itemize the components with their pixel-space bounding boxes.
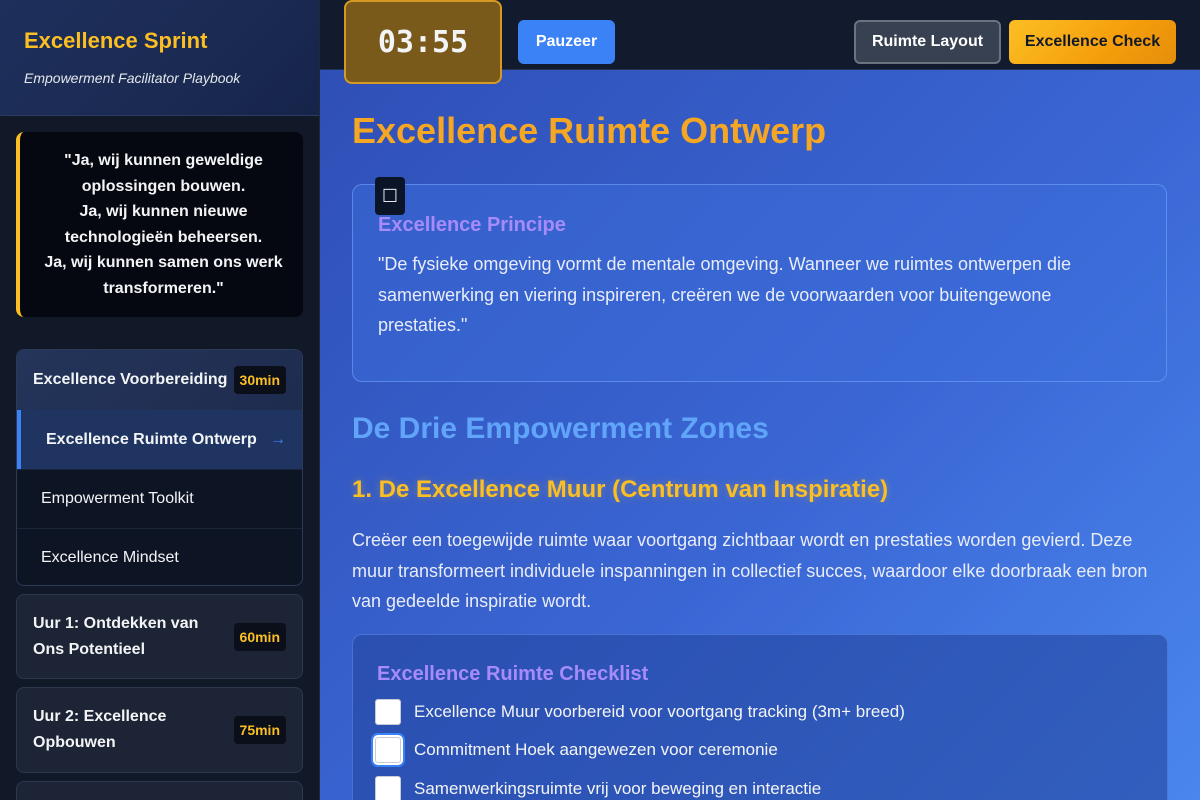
quote-line: "Ja, wij kunnen geweldige <box>64 152 263 169</box>
section-title: De Drie Empowerment Zones <box>352 412 769 445</box>
app-subtitle: Empowerment Facilitator Playbook <box>24 70 241 86</box>
phase-label: Excellence Voorbereiding <box>33 371 228 388</box>
duration-badge: 60min <box>233 622 286 651</box>
quote-line: transformeren." <box>103 279 224 297</box>
sidebar-item-empowerment-toolkit[interactable]: Empowerment Toolkit <box>17 469 302 528</box>
phase-card-uur-1[interactable]: Uur 1: Ontdekken van Ons Potentieel 60mi… <box>16 594 303 679</box>
checklist-item[interactable]: Commitment Hoek aangewezen voor ceremoni… <box>375 737 778 763</box>
main-content: Excellence Ruimte Ontwerp ☐ Excellence P… <box>320 70 1200 800</box>
phase-card-uur-2[interactable]: Uur 2: Excellence Opbouwen 75min <box>16 687 303 773</box>
duration-badge: 30min <box>233 366 286 394</box>
checklist-item-label: Commitment Hoek aangewezen voor ceremoni… <box>414 740 778 759</box>
bookmark-icon: ☐ <box>375 177 405 215</box>
checkbox[interactable] <box>375 699 401 725</box>
excellence-check-button[interactable]: Excellence Check <box>1009 20 1176 64</box>
sidebar-item-label: Excellence Mindset <box>41 549 179 566</box>
sidebar: Excellence Sprint Empowerment Facilitato… <box>0 0 320 800</box>
principle-title: Excellence Principe <box>378 214 566 236</box>
checkbox[interactable] <box>375 737 401 763</box>
arrow-right-icon: → <box>270 430 286 448</box>
sidebar-item-label: Excellence Ruimte Ontwerp <box>46 430 257 448</box>
principle-text: "De fysieke omgeving vormt de mentale om… <box>378 254 1072 335</box>
principle-card: ☐ Excellence Principe "De fysieke omgevi… <box>352 177 1167 382</box>
zone-description: Creëer een toegewijde ruimte waar voortg… <box>352 530 1148 611</box>
quote-line: Ja, wij kunnen nieuwe <box>79 203 248 221</box>
checklist-item[interactable]: Samenwerkingsruimte vrij voor beweging e… <box>375 776 821 800</box>
phase-label: Uur 2: Excellence Opbouwen <box>33 708 167 751</box>
quote-line: oplossingen bouwen. <box>81 177 246 195</box>
app-title: Excellence Sprint <box>24 28 208 53</box>
quote-line: Ja, wij kunnen samen ons werk <box>44 254 283 272</box>
phase-group-voorbereiding: Excellence Voorbereiding 30min Excellenc… <box>16 349 303 586</box>
checklist-item-label: Excellence Muur voorbereid voor voortgan… <box>414 702 905 721</box>
checklist-card: Excellence Ruimte Checklist Excellence M… <box>352 634 1168 800</box>
phase-header-voorbereiding[interactable]: Excellence Voorbereiding 30min <box>17 350 302 410</box>
zone-title: 1. De Excellence Muur (Centrum van Inspi… <box>352 476 889 503</box>
page-title: Excellence Ruimte Ontwerp <box>352 110 827 151</box>
top-bar: 03:55 Pauzeer Ruimte Layout Excellence C… <box>320 0 1200 84</box>
motivation-quote: "Ja, wij kunnen geweldige oplossingen bo… <box>16 132 303 317</box>
phase-label: Uur 1: Ontdekken van Ons Potentieel <box>33 614 199 658</box>
session-timer: 03:55 <box>344 0 502 84</box>
room-layout-button[interactable]: Ruimte Layout <box>854 20 1001 64</box>
pause-button[interactable]: Pauzeer <box>518 20 615 64</box>
checklist-item-label: Samenwerkingsruimte vrij voor beweging e… <box>414 779 822 798</box>
quote-line: technologieën beheersen. <box>64 228 263 246</box>
sidebar-item-excellence-mindset[interactable]: Excellence Mindset <box>17 528 302 585</box>
checklist-title: Excellence Ruimte Checklist <box>377 663 649 685</box>
sidebar-header: Excellence Sprint Empowerment Facilitato… <box>0 0 319 116</box>
phase-card-next[interactable] <box>16 781 303 800</box>
sidebar-item-label: Empowerment Toolkit <box>41 490 194 507</box>
sidebar-item-ruimte-ontwerp[interactable]: Excellence Ruimte Ontwerp → <box>17 410 302 469</box>
checkbox[interactable] <box>375 776 401 800</box>
duration-badge: 75min <box>233 716 286 744</box>
checklist-item[interactable]: Excellence Muur voorbereid voor voortgan… <box>375 699 905 725</box>
